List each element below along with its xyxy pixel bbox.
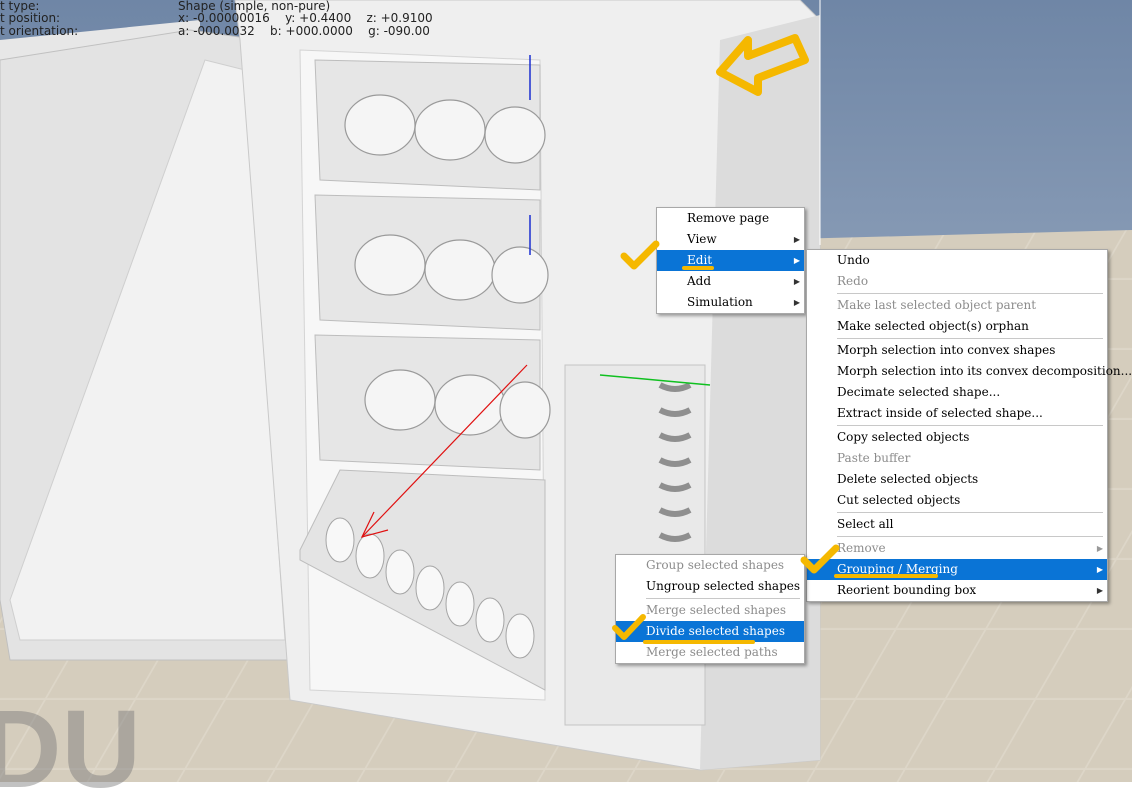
menu-item-delete[interactable]: Delete selected objects (807, 469, 1107, 490)
watermark-text: DU (0, 688, 141, 811)
menu-separator (837, 536, 1103, 537)
menu-item-simulation[interactable]: Simulation ▶ (657, 292, 804, 313)
menu-item-redo[interactable]: Redo (807, 271, 1107, 292)
menu-item-merge-paths[interactable]: Merge selected paths (616, 642, 804, 663)
menu-separator (837, 338, 1103, 339)
menu-item-remove[interactable]: Remove ▶ (807, 538, 1107, 559)
info-orientation-label: t orientation: (0, 24, 79, 38)
menu-item-remove-page[interactable]: Remove page (657, 208, 804, 229)
edit-submenu: Undo Redo Make last selected object pare… (806, 249, 1132, 602)
menu-item-edit[interactable]: Edit ▶ (657, 250, 804, 271)
menu-item-morph-convex[interactable]: Morph selection into convex shapes (807, 340, 1107, 361)
menu-item-view[interactable]: View ▶ (657, 229, 804, 250)
submenu-arrow-icon: ▶ (1096, 565, 1103, 574)
submenu-arrow-icon: ▶ (793, 277, 800, 286)
checkmark-icon (612, 614, 646, 640)
submenu-arrow-icon: ▶ (1096, 544, 1103, 553)
grouping-submenu: Group selected shapes Ungroup selected s… (615, 554, 805, 664)
checkmark-icon (620, 240, 660, 270)
menu-item-paste[interactable]: Paste buffer (807, 448, 1107, 469)
submenu-arrow-icon: ▶ (1096, 586, 1103, 595)
menu-item-copy[interactable]: Copy selected objects (807, 427, 1107, 448)
menu-separator (646, 598, 800, 599)
submenu-arrow-icon: ▶ (793, 235, 800, 244)
submenu-arrow-icon: ▶ (793, 256, 800, 265)
menu-item-cut[interactable]: Cut selected objects (807, 490, 1107, 511)
menu-item-select-all[interactable]: Select all (807, 514, 1107, 535)
annotation-underline (834, 574, 938, 578)
checkmark-icon (800, 544, 840, 574)
menu-separator (837, 293, 1103, 294)
menu-item-make-parent[interactable]: Make last selected object parent (807, 295, 1107, 316)
menu-item-ungroup-shapes[interactable]: Ungroup selected shapes (616, 576, 804, 597)
annotation-underline (682, 266, 714, 270)
context-menu: Remove page View ▶ Edit ▶ Add ▶ Simulation ▶ (656, 207, 805, 314)
menu-item-extract-inside[interactable]: Extract inside of selected shape... (807, 403, 1107, 424)
menu-item-decimate[interactable]: Decimate selected shape... (807, 382, 1107, 403)
menu-item-reorient-bbox[interactable]: Reorient bounding box ▶ (807, 580, 1107, 601)
menu-item-group-shapes[interactable]: Group selected shapes (616, 555, 804, 576)
info-orientation-value: a: -000.0032 b: +000.0000 g: -090.00 (178, 24, 430, 38)
menu-item-make-orphan[interactable]: Make selected object(s) orphan (807, 316, 1107, 337)
menu-separator (837, 425, 1103, 426)
menu-separator (837, 512, 1103, 513)
annotation-underline (643, 640, 755, 644)
menu-item-morph-decomposition[interactable]: Morph selection into its convex decompos… (807, 361, 1132, 382)
menu-item-add[interactable]: Add ▶ (657, 271, 804, 292)
submenu-arrow-icon: ▶ (793, 298, 800, 307)
menu-item-undo[interactable]: Undo (807, 250, 1107, 271)
